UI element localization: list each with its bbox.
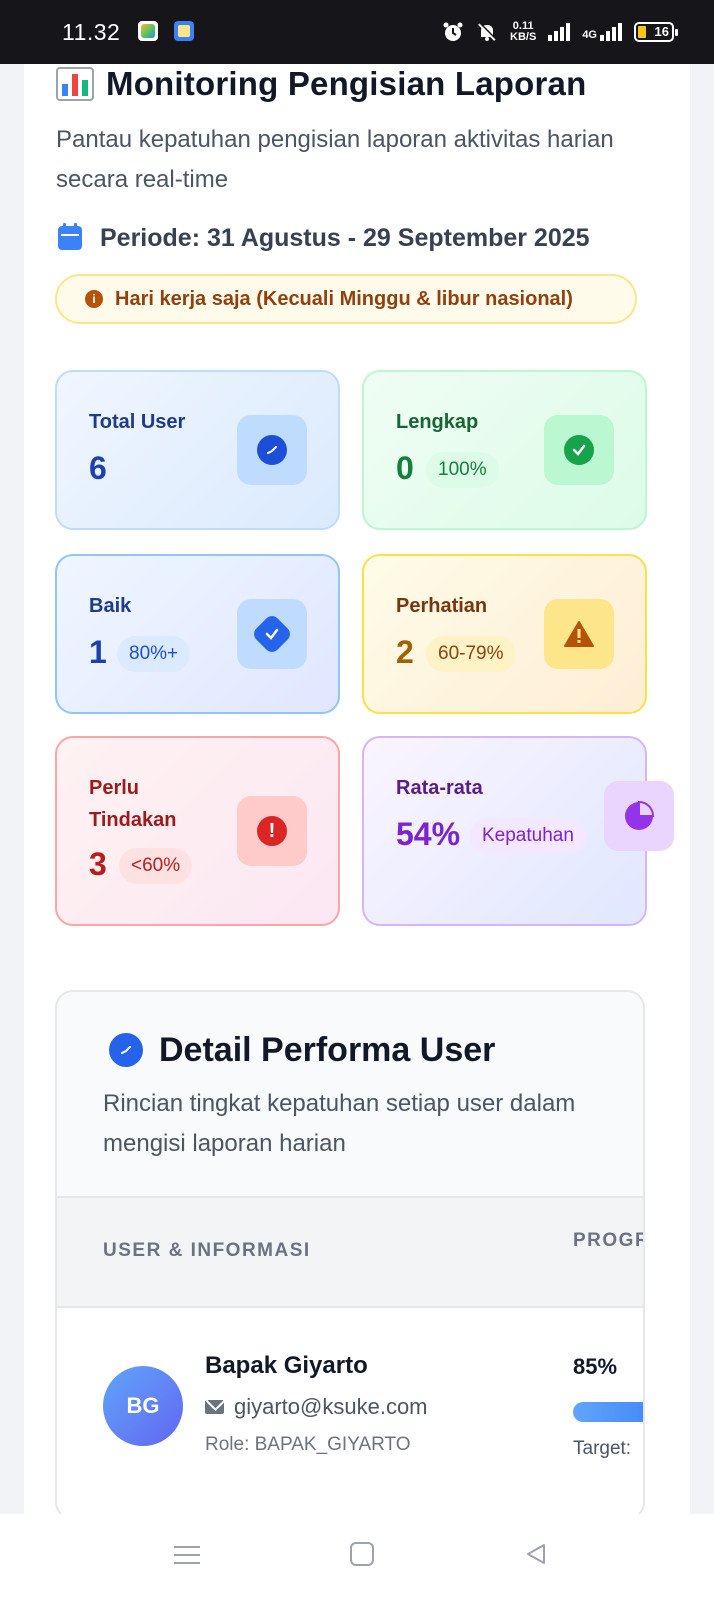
- notice-text: Hari kerja saja (Kecuali Minggu & libur …: [115, 287, 573, 310]
- user-check-icon: [257, 435, 287, 465]
- progress-percent: 85%: [573, 1354, 618, 1379]
- stat-icon-box: [237, 415, 307, 485]
- target-label: Target:: [573, 1438, 632, 1459]
- page-subtitle: Pantau kepatuhan pengisian laporan aktiv…: [56, 126, 614, 193]
- user-role: Role: BAPAK_GIYARTO: [205, 1434, 411, 1455]
- mail-icon: [205, 1400, 224, 1414]
- stat-card-perhatian[interactable]: Perhatian 2 60-79%: [362, 554, 647, 714]
- stat-icon-box: [544, 599, 614, 669]
- stat-label: Total User: [89, 411, 186, 433]
- column-header-progress: PROGRESS PRESENSI: [573, 1230, 643, 1251]
- detail-performa-section: Detail Performa User Rincian tingkat kep…: [55, 990, 645, 1520]
- home-button[interactable]: [350, 1542, 374, 1566]
- recent-apps-button[interactable]: [174, 1544, 200, 1566]
- check-circle-icon: [564, 435, 594, 465]
- stat-value: 3: [89, 846, 107, 882]
- stat-label: Perlu Tindakan: [89, 777, 177, 831]
- stat-card-perlu-tindakan[interactable]: Perlu Tindakan 3 <60% !: [55, 736, 340, 926]
- detail-title: Detail Performa User: [159, 1030, 496, 1069]
- user-check-icon: [109, 1033, 143, 1067]
- user-name: Bapak Giyarto: [205, 1352, 368, 1379]
- pie-chart-icon: [625, 800, 655, 830]
- stat-pill: Kepatuhan: [470, 818, 586, 854]
- signal-4g-icon: [600, 23, 622, 41]
- alert-circle-icon: !: [257, 816, 287, 846]
- stat-card-baik[interactable]: Baik 1 80%+: [55, 554, 340, 714]
- system-nav-bar: [0, 1514, 714, 1599]
- user-email: giyarto@ksuke.com: [205, 1392, 428, 1422]
- stat-icon-box: [604, 781, 674, 851]
- calendar-icon: [58, 223, 82, 250]
- info-icon: i: [85, 290, 103, 308]
- status-bar: 11.32 0.11 KB/S 4G 16: [0, 0, 714, 64]
- status-time: 11.32: [62, 19, 121, 45]
- stat-card-lengkap[interactable]: Lengkap 0 100%: [362, 370, 647, 530]
- bar-chart-icon: [56, 67, 94, 101]
- signal-icon: [548, 23, 571, 41]
- stat-label: Lengkap: [396, 411, 479, 433]
- warning-icon: [564, 621, 594, 647]
- alarm-icon: [443, 22, 463, 41]
- status-indicators: 0.11 KB/S 4G 16: [442, 18, 678, 46]
- badge-check-icon: [250, 612, 294, 656]
- detail-subtitle: Rincian tingkat kepatuhan setiap user da…: [103, 1090, 576, 1157]
- page-card: Monitoring Pengisian Laporan Pantau kepa…: [24, 64, 690, 1520]
- app-notification-icon: [138, 21, 158, 41]
- network-4g-indicator: 4G: [582, 23, 622, 41]
- stat-value: 2: [396, 634, 414, 670]
- stat-pill: 100%: [426, 452, 499, 488]
- stat-card-rata-rata[interactable]: Rata-rata 54% Kepatuhan: [362, 736, 674, 926]
- gallery-notification-icon: [174, 21, 194, 41]
- mute-icon: [478, 22, 497, 41]
- stat-pill: <60%: [119, 848, 193, 884]
- stat-pill: 60-79%: [426, 636, 516, 672]
- table-row[interactable]: BG Bapak Giyarto giyarto@ksuke.com Role:…: [57, 1308, 643, 1518]
- stat-icon-box: [237, 599, 307, 669]
- periode-text: Periode: 31 Agustus - 29 September 2025: [100, 223, 590, 252]
- column-header-user: USER & INFORMASI: [103, 1240, 311, 1261]
- stat-value: 54%: [396, 816, 461, 852]
- detail-header: Detail Performa User: [109, 1028, 495, 1072]
- periode-info: Periode: 31 Agustus - 29 September 2025: [58, 222, 590, 254]
- workday-notice-badge: i Hari kerja saja (Kecuali Minggu & libu…: [55, 274, 637, 324]
- back-button[interactable]: [524, 1542, 548, 1566]
- stat-value: 0: [396, 450, 414, 486]
- progress-bar-fill: [573, 1402, 643, 1422]
- battery-icon: 16: [634, 22, 678, 42]
- stat-label: Perhatian: [396, 595, 488, 617]
- stat-icon-box: !: [237, 796, 307, 866]
- stat-icon-box: [544, 415, 614, 485]
- avatar: BG: [103, 1366, 183, 1446]
- stat-value: 1: [89, 634, 107, 670]
- stat-label: Rata-rata: [396, 777, 483, 799]
- network-speed: 0.11 KB/S: [510, 20, 537, 43]
- stat-label: Baik: [89, 595, 132, 617]
- stat-value: 6: [89, 450, 107, 486]
- table-header: USER & INFORMASI PROGRESS PRESENSI: [57, 1196, 643, 1308]
- page-header: Monitoring Pengisian Laporan: [56, 64, 586, 104]
- progress-bar: [573, 1402, 643, 1422]
- stat-card-total-user[interactable]: Total User 6: [55, 370, 340, 530]
- page-title: Monitoring Pengisian Laporan: [106, 65, 587, 102]
- stat-pill: 80%+: [117, 636, 191, 672]
